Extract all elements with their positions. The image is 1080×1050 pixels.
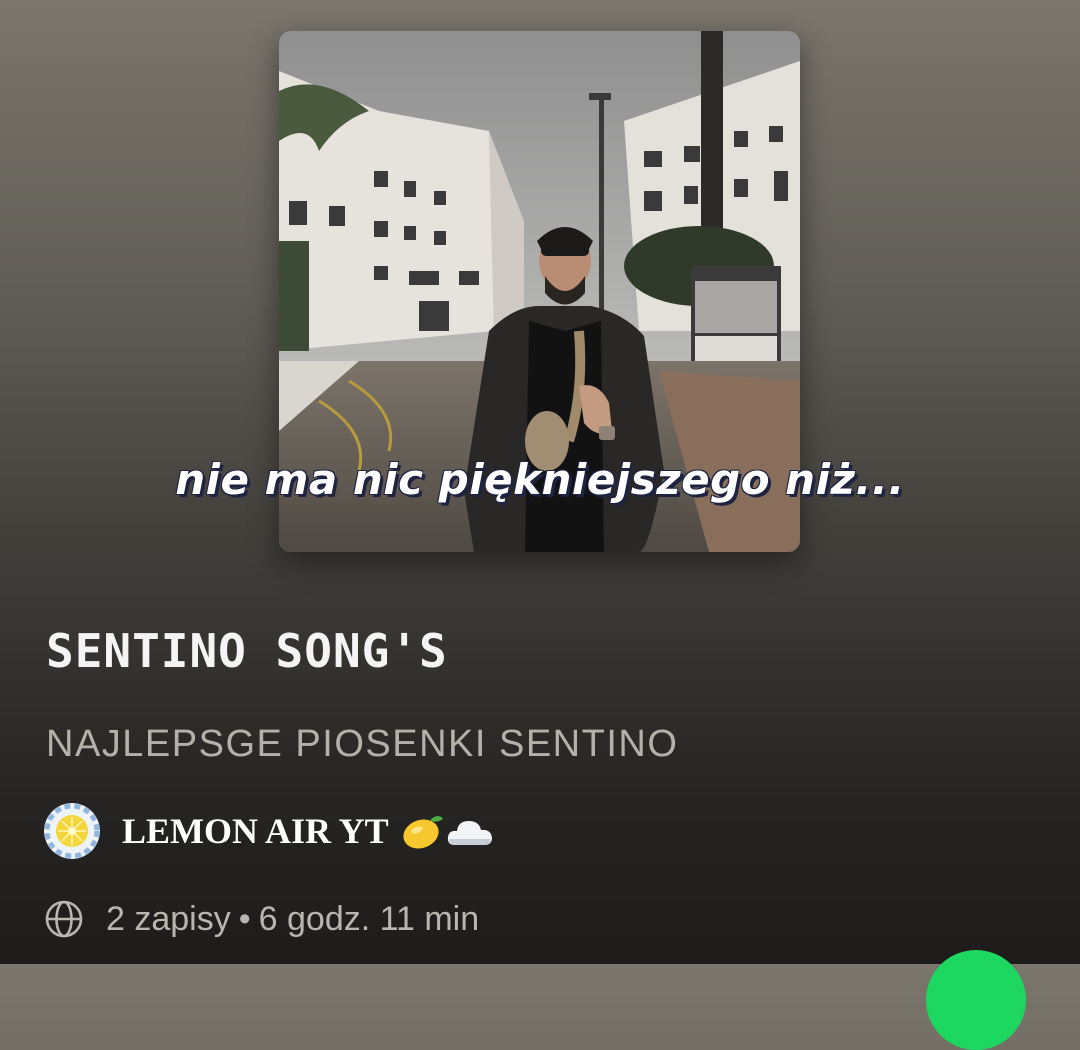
playlist-owner[interactable]: LEMON AIR YT — [44, 802, 495, 860]
meta-separator: • — [238, 899, 251, 938]
cover-caption: nie ma nic piękniejszego niż... — [175, 455, 905, 504]
play-button[interactable] — [926, 950, 1026, 1050]
playlist-duration: 6 godz. 11 min — [258, 899, 480, 938]
lemon-icon — [403, 816, 443, 849]
playlist-description: NAJLEPSGE PIOSENKI SENTINO — [46, 723, 679, 765]
owner-avatar[interactable] — [44, 803, 100, 859]
playlist-meta: 2 zapisy • 6 godz. 11 min — [44, 894, 479, 944]
cloud-icon — [447, 821, 492, 845]
playlist-title: SENTINO SONG'S — [46, 624, 448, 678]
globe-icon — [45, 900, 83, 938]
owner-name[interactable]: LEMON AIR YT — [122, 810, 389, 852]
saves-count: 2 zapisy — [106, 899, 231, 938]
